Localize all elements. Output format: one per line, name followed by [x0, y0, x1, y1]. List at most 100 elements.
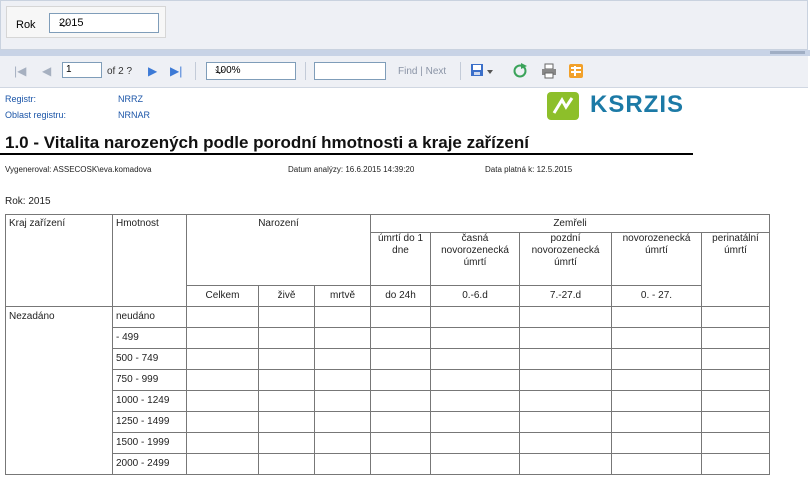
value-cell [370, 411, 431, 433]
value-cell [258, 369, 315, 391]
registr-label: Registr: [5, 94, 37, 104]
header-celkem: Celkem [186, 285, 259, 307]
value-cell [519, 411, 612, 433]
hmotnost-cell: neudáno [112, 306, 187, 328]
value-cell [430, 432, 520, 454]
hmotnost-cell: 500 - 749 [112, 348, 187, 370]
header-0-6: 0.-6.d [430, 285, 520, 307]
ksrzis-logo-text: KSRZIS [590, 91, 685, 118]
valid-date: Data platná k: 12.5.2015 [485, 165, 573, 174]
kraj-cell: Nezadáno [5, 306, 113, 475]
generated-by: Vygeneroval: ASSECOSK\eva.komadova [5, 165, 152, 174]
value-cell [430, 348, 520, 370]
chevron-down-icon: ⌵ [215, 63, 225, 77]
value-cell [258, 327, 315, 349]
value-cell [701, 369, 770, 391]
value-cell [519, 432, 612, 454]
header-do-24h: do 24h [370, 285, 431, 307]
value-cell [314, 348, 371, 370]
value-cell [186, 348, 259, 370]
hmotnost-cell: 1250 - 1499 [112, 411, 187, 433]
value-cell [701, 306, 770, 328]
value-cell [611, 453, 702, 475]
value-cell [314, 411, 371, 433]
value-cell [258, 432, 315, 454]
value-cell [186, 453, 259, 475]
value-cell [314, 369, 371, 391]
header-kraj: Kraj zařízení [5, 214, 113, 307]
value-cell [370, 369, 431, 391]
hmotnost-cell: 750 - 999 [112, 369, 187, 391]
print-icon[interactable] [541, 63, 557, 79]
zoom-select[interactable]: 100% ⌵ [206, 62, 296, 80]
header-perinatalni: perinatální úmrtí [701, 232, 770, 307]
header-narozeni: Narození [186, 214, 371, 286]
value-cell [258, 306, 315, 328]
year-label: Rok [16, 19, 36, 31]
value-cell [611, 369, 702, 391]
value-cell [430, 369, 520, 391]
value-cell [519, 306, 612, 328]
header-umrti-1-den: úmrtí do 1 dne [370, 232, 431, 286]
hmotnost-cell: 1000 - 1249 [112, 390, 187, 412]
table-row: 1500 - 1999 [6, 432, 770, 454]
toolbar-divider [195, 62, 196, 80]
table-row: 1250 - 1499 [6, 411, 770, 433]
header-0-27: 0. - 27. [611, 285, 702, 307]
value-cell [430, 411, 520, 433]
find-link[interactable]: Find [398, 66, 417, 77]
value-cell [314, 327, 371, 349]
find-input[interactable] [314, 62, 386, 80]
value-cell [258, 411, 315, 433]
table-row: Nezadáno neudáno [5, 306, 770, 475]
oblast-label: Oblast registru: [5, 110, 67, 120]
value-cell [186, 306, 259, 328]
find-next-link[interactable]: Next [426, 66, 447, 77]
value-cell [701, 432, 770, 454]
value-cell [701, 453, 770, 475]
value-cell [258, 390, 315, 412]
export-icon[interactable] [470, 63, 496, 79]
hmotnost-cell: - 499 [112, 327, 187, 349]
value-cell [314, 453, 371, 475]
previous-page-icon[interactable]: ◀ [42, 64, 51, 78]
value-cell [519, 390, 612, 412]
oblast-value: NRNAR [118, 110, 151, 120]
parameter-bar: Rok 2015 ⌵ [0, 0, 808, 50]
value-cell [701, 390, 770, 412]
data-feed-icon[interactable] [568, 63, 584, 79]
report-table: Kraj zařízení Hmotnost Narození Zemřeli … [5, 214, 770, 475]
report-page: Registr: NRRZ Oblast registru: NRNAR KSR… [0, 88, 810, 489]
report-toolbar: |◀ ◀ 1 of 2 ? ▶ ▶| 100% ⌵ Find | Next [0, 56, 808, 88]
value-cell [611, 327, 702, 349]
table-row: - 499 [6, 327, 770, 349]
value-cell [370, 348, 431, 370]
value-cell [186, 390, 259, 412]
value-cell [430, 390, 520, 412]
value-cell [314, 390, 371, 412]
value-cell [701, 411, 770, 433]
header-zemreli: Zemřeli [370, 214, 770, 233]
page-number-input[interactable]: 1 [62, 62, 102, 78]
registr-value: NRRZ [118, 94, 143, 104]
first-page-icon[interactable]: |◀ [14, 64, 26, 78]
value-cell [370, 327, 431, 349]
header-casna: časná novorozenecká úmrtí [430, 232, 520, 286]
refresh-icon[interactable] [512, 63, 528, 79]
title-divider [0, 153, 693, 155]
value-cell [186, 411, 259, 433]
value-cell [186, 432, 259, 454]
value-cell [258, 453, 315, 475]
header-hmotnost: Hmotnost [112, 214, 187, 307]
hmotnost-cell: 2000 - 2499 [112, 453, 187, 475]
next-page-icon[interactable]: ▶ [148, 64, 157, 78]
value-cell [314, 432, 371, 454]
table-row: 750 - 999 [6, 369, 770, 391]
analysis-date: Datum analýzy: 16.6.2015 14:39:20 [288, 165, 415, 174]
value-cell [519, 453, 612, 475]
splitter-grip[interactable] [770, 51, 805, 54]
last-page-icon[interactable]: ▶| [170, 64, 182, 78]
year-select[interactable]: 2015 ⌵ [49, 13, 159, 33]
header-zive: živě [258, 285, 315, 307]
header-7-27: 7.-27.d [519, 285, 612, 307]
